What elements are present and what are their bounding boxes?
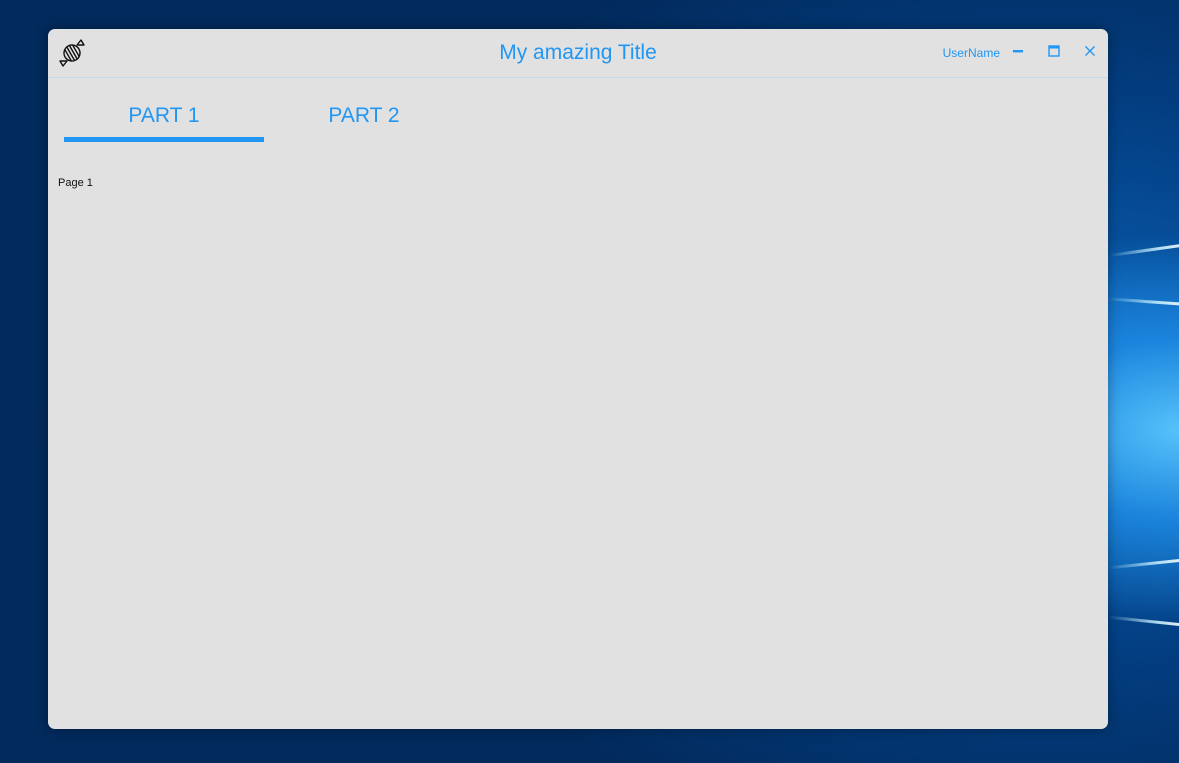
wallpaper-light-beam <box>1108 243 1179 258</box>
maximize-icon <box>1048 44 1060 62</box>
tab-label: PART 2 <box>328 104 400 127</box>
minimize-icon <box>1012 44 1024 62</box>
app-window: My amazing Title UserName PART 1 PART 2 … <box>48 29 1108 729</box>
tab-label: PART 1 <box>128 104 200 127</box>
tab-part-2[interactable]: PART 2 <box>264 97 464 141</box>
wallpaper-light-beam <box>1108 615 1179 627</box>
page-content-text: Page 1 <box>58 177 93 189</box>
candy-icon <box>57 38 87 68</box>
wallpaper-light-beam <box>1108 558 1179 570</box>
desktop-wallpaper-band <box>0 414 48 446</box>
desktop-background: My amazing Title UserName PART 1 PART 2 … <box>0 0 1179 763</box>
minimize-button[interactable] <box>1005 41 1031 65</box>
username-label[interactable]: UserName <box>943 46 1000 61</box>
close-icon <box>1084 44 1096 62</box>
title-bar[interactable]: My amazing Title UserName <box>48 29 1108 78</box>
tab-bar: PART 1 PART 2 <box>64 97 464 143</box>
maximize-button[interactable] <box>1041 41 1067 65</box>
tab-part-1[interactable]: PART 1 <box>64 97 264 142</box>
close-button[interactable] <box>1077 41 1103 65</box>
tab-selected-indicator <box>64 137 264 142</box>
wallpaper-light-beam <box>1108 297 1179 306</box>
